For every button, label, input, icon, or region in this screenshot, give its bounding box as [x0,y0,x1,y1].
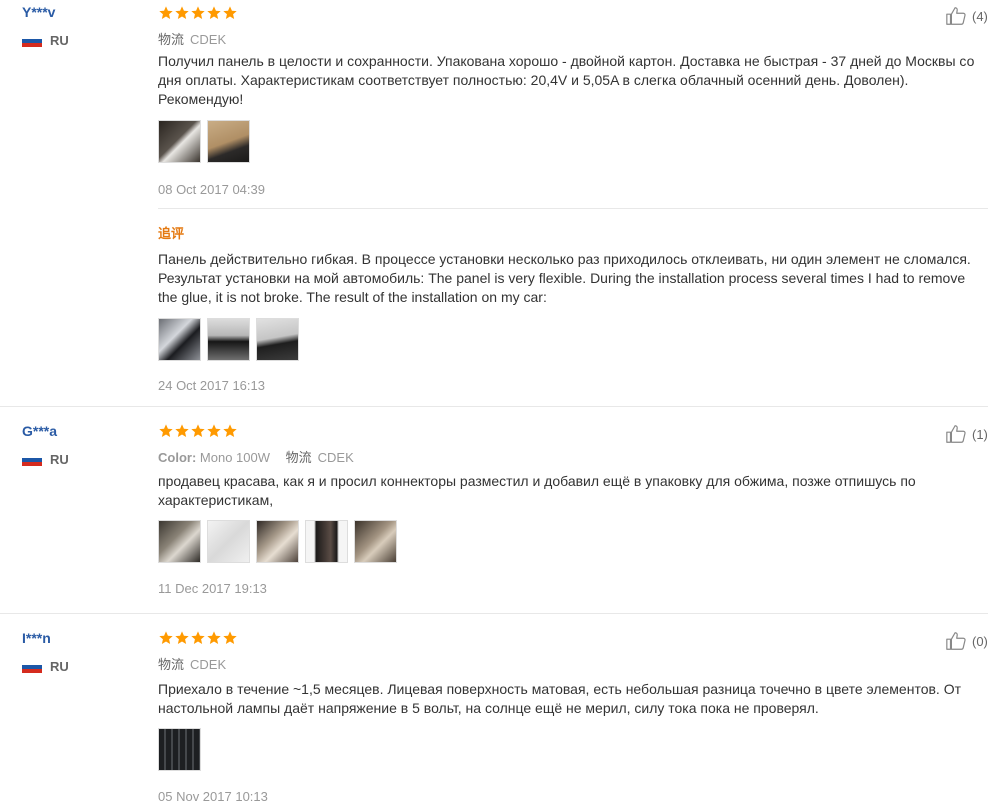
russia-flag-icon [22,660,42,673]
review-photo[interactable] [207,520,250,563]
star-icon [206,630,222,646]
russia-flag-icon [22,453,42,466]
country-code: RU [50,452,69,467]
logistics-info: 物流 CDEK [158,654,238,673]
star-icon [174,423,190,439]
helpful-button[interactable]: (0) [943,630,988,652]
helpful-count: (4) [972,8,988,24]
reviewer-name[interactable]: G***a [22,423,57,439]
reviewer-name[interactable]: I***n [22,630,51,646]
star-icon [158,423,174,439]
star-icon [174,5,190,21]
review-text: Приехало в течение ~1,5 месяцев. Лицевая… [158,681,962,716]
followup-text: Панель действительно гибкая. В процессе … [158,251,971,305]
review-text: продавец красава, как я и просил коннект… [158,473,916,508]
review-photo[interactable] [207,120,250,163]
star-icon [158,5,174,21]
review-photo[interactable] [256,318,299,361]
review-date: 08 Oct 2017 04:39 [158,182,265,197]
color-label: Color: [158,450,197,465]
logistics-value: CDEK [190,657,227,672]
review-text: Получил панель в целости и сохранности. … [158,53,975,107]
helpful-count: (1) [972,426,988,442]
review-photo[interactable] [256,520,299,563]
followup-label: 追评 [158,226,185,241]
country-code: RU [50,33,69,48]
review-photo[interactable] [158,318,201,361]
star-icon [158,630,174,646]
review-photo[interactable] [158,520,201,563]
review-photo[interactable] [158,728,201,771]
logistics-label: 物流 [158,657,185,672]
logistics-value: CDEK [190,32,227,47]
star-icon [190,423,206,439]
reviewer-country: RU [22,659,69,674]
followup-photos [158,318,299,361]
review-divider [0,613,988,614]
helpful-button[interactable]: (1) [943,423,988,445]
reviewer-country: RU [22,33,69,48]
rating-stars [158,630,238,646]
review-photo[interactable] [305,520,348,563]
reviewer-country: RU [22,452,69,467]
review-photo[interactable] [158,120,201,163]
logistics-label: 物流 [285,450,312,465]
star-icon [222,630,238,646]
star-icon [174,630,190,646]
logistics-info: 物流 CDEK [158,29,238,48]
rating-stars [158,5,238,21]
thumbs-up-icon [943,423,969,445]
logistics-value: CDEK [317,450,354,465]
review-photos [158,120,250,163]
helpful-count: (0) [972,633,988,649]
color-value: Mono 100W [199,450,270,465]
review-photo[interactable] [354,520,397,563]
review-photos [158,520,397,563]
star-icon [190,630,206,646]
followup-divider [158,208,988,209]
star-icon [222,5,238,21]
star-icon [206,423,222,439]
review-date: 05 Nov 2017 10:13 [158,789,268,804]
order-info: Color: Mono 100W 物流 CDEK [158,447,366,466]
thumbs-up-icon [943,630,969,652]
review-date: 11 Dec 2017 19:13 [158,581,267,596]
rating-stars [158,423,238,439]
star-icon [206,5,222,21]
helpful-button[interactable]: (4) [943,5,988,27]
review-photo[interactable] [207,318,250,361]
country-code: RU [50,659,69,674]
thumbs-up-icon [943,5,969,27]
star-icon [190,5,206,21]
followup-date: 24 Oct 2017 16:13 [158,378,265,393]
review-photos [158,728,201,771]
reviewer-name[interactable]: Y***v [22,4,55,20]
russia-flag-icon [22,34,42,47]
logistics-label: 物流 [158,32,185,47]
star-icon [222,423,238,439]
review-divider [0,406,988,407]
